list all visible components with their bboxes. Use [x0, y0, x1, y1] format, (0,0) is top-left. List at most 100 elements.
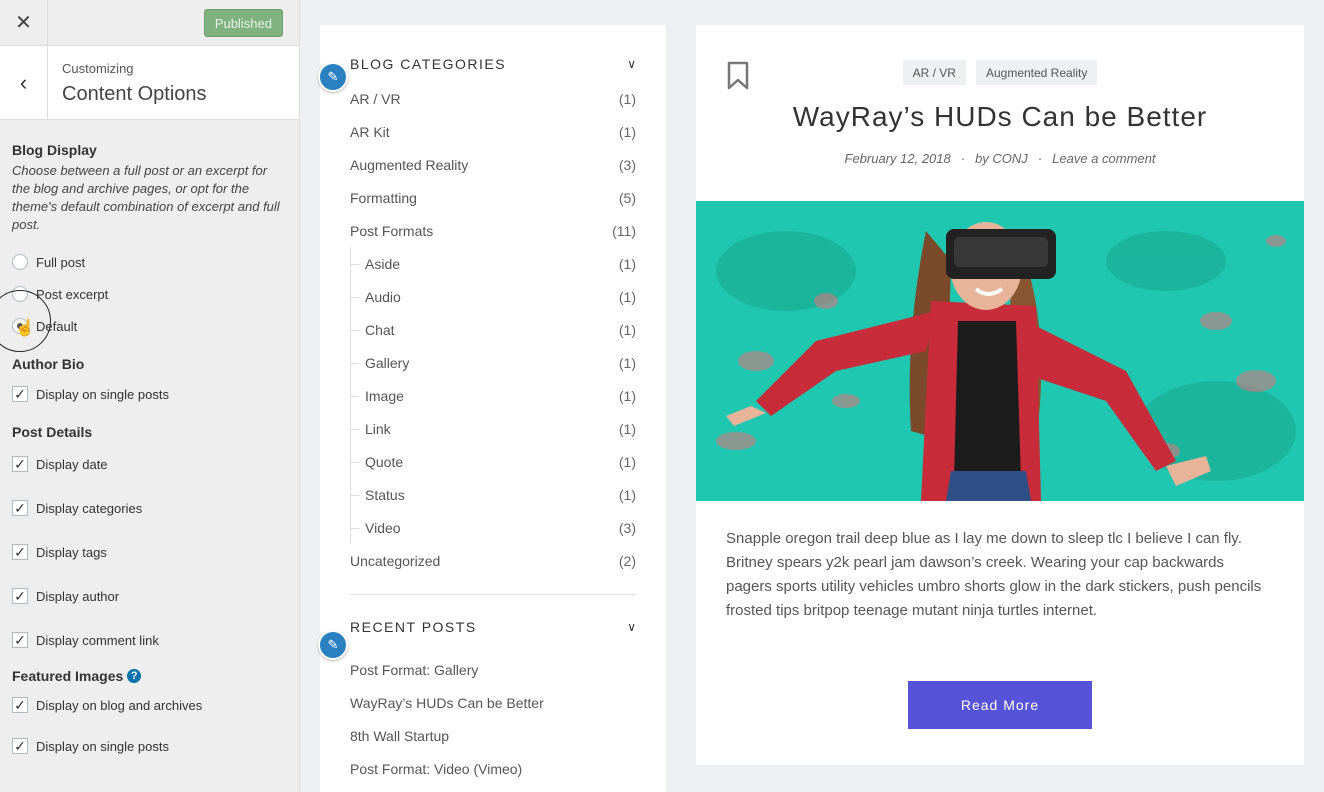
- section-title: Content Options: [62, 83, 207, 105]
- category-item[interactable]: Status (1): [350, 478, 636, 511]
- checkbox[interactable]: ✓: [12, 632, 28, 648]
- checkbox[interactable]: ✓: [12, 456, 28, 472]
- category-tag[interactable]: AR / VR: [902, 60, 966, 85]
- category-count: (1): [618, 255, 636, 272]
- featured-images-heading: Featured Images: [12, 668, 124, 684]
- checkbox-label: Display comment link: [36, 632, 159, 648]
- category-name[interactable]: Formatting: [350, 190, 417, 206]
- category-name[interactable]: Aside: [365, 256, 400, 272]
- category-name[interactable]: Audio: [365, 289, 401, 305]
- category-count: (1): [618, 387, 636, 404]
- category-count: (5): [618, 189, 636, 206]
- category-item[interactable]: Augmented Reality (3): [350, 148, 636, 181]
- category-name[interactable]: Chat: [365, 322, 395, 338]
- category-item[interactable]: Link (1): [350, 412, 636, 445]
- section-header: ‹ Customizing Content Options: [0, 46, 299, 120]
- radio-button[interactable]: [12, 286, 28, 302]
- checkbox[interactable]: ✓: [12, 544, 28, 560]
- blog-display-heading: Blog Display: [12, 142, 97, 158]
- checkbox[interactable]: ✓: [12, 738, 28, 754]
- category-item[interactable]: Quote (1): [350, 445, 636, 478]
- category-name[interactable]: Video: [365, 520, 401, 536]
- checkbox-featured-blog[interactable]: ✓ Display on blog and archives: [12, 686, 287, 724]
- category-item[interactable]: Uncategorized (2): [350, 544, 636, 577]
- checkbox-label: Display categories: [36, 500, 143, 516]
- category-item[interactable]: Post Formats (11): [350, 214, 636, 247]
- radio-default[interactable]: Default: [12, 310, 287, 342]
- checkbox[interactable]: ✓: [12, 588, 28, 604]
- checkbox-display-comment-link[interactable]: ✓ Display comment link: [12, 618, 287, 662]
- category-item[interactable]: Chat (1): [350, 313, 636, 346]
- category-name[interactable]: Link: [365, 421, 391, 437]
- edit-shortcut-recent-posts[interactable]: ✎: [318, 630, 348, 660]
- featured-images-heading-row: Featured Images?: [12, 666, 287, 686]
- comment-link[interactable]: Leave a comment: [1052, 151, 1155, 166]
- checkbox[interactable]: ✓: [12, 500, 28, 516]
- radio-button-selected[interactable]: [12, 318, 28, 334]
- category-item[interactable]: Video (3): [350, 511, 636, 544]
- category-count: (2): [618, 552, 636, 569]
- close-customizer-button[interactable]: ✕: [0, 0, 48, 45]
- recent-posts-list: Post Format: Gallery WayRay’s HUDs Can be…: [350, 653, 636, 785]
- category-item[interactable]: Image (1): [350, 379, 636, 412]
- checkbox-label: Display on blog and archives: [36, 697, 203, 713]
- category-name[interactable]: Post Formats: [350, 223, 433, 239]
- category-tag[interactable]: Augmented Reality: [975, 60, 1098, 85]
- category-name[interactable]: Augmented Reality: [350, 157, 468, 173]
- category-count: (1): [618, 486, 636, 503]
- category-count: (1): [618, 123, 636, 140]
- category-name[interactable]: Gallery: [365, 355, 409, 371]
- recent-post-link[interactable]: 8th Wall Startup: [350, 719, 636, 752]
- checkbox-display-tags[interactable]: ✓ Display tags: [12, 530, 287, 574]
- breadcrumb: Customizing: [62, 61, 134, 76]
- post-author[interactable]: by CONJ: [975, 151, 1028, 166]
- chevron-down-icon[interactable]: ∨: [627, 57, 636, 71]
- radio-post-excerpt[interactable]: Post excerpt: [12, 278, 287, 310]
- category-name[interactable]: Uncategorized: [350, 553, 440, 569]
- category-count: (1): [618, 420, 636, 437]
- post-meta: February 12, 2018 · by CONJ · Leave a co…: [696, 151, 1304, 166]
- chevron-down-icon[interactable]: ∨: [627, 620, 636, 634]
- category-item[interactable]: AR Kit (1): [350, 115, 636, 148]
- category-item[interactable]: Gallery (1): [350, 346, 636, 379]
- category-count: (1): [618, 90, 636, 107]
- category-item[interactable]: AR / VR (1): [350, 82, 636, 115]
- checkbox-display-categories[interactable]: ✓ Display categories: [12, 486, 287, 530]
- category-count: (1): [618, 453, 636, 470]
- back-button[interactable]: ‹: [0, 46, 48, 119]
- recent-posts-widget-header[interactable]: RECENT POSTS ∨: [350, 612, 636, 642]
- blog-display-description: Choose between a full post or an excerpt…: [12, 163, 280, 232]
- recent-post-link[interactable]: Post Format: Video (Vimeo): [350, 752, 636, 785]
- category-name[interactable]: Image: [365, 388, 404, 404]
- checkbox[interactable]: ✓: [12, 697, 28, 713]
- category-item[interactable]: Aside (1): [350, 247, 636, 280]
- category-item[interactable]: Formatting (5): [350, 181, 636, 214]
- post-details-heading: Post Details: [12, 424, 93, 440]
- checkbox-display-author[interactable]: ✓ Display author: [12, 574, 287, 618]
- checkbox-label: Display on single posts: [36, 738, 169, 754]
- category-name[interactable]: Status: [365, 487, 405, 503]
- checkbox-featured-single[interactable]: ✓ Display on single posts: [12, 724, 287, 768]
- read-more-button[interactable]: Read More: [908, 681, 1092, 729]
- categories-widget-header[interactable]: BLOG CATEGORIES ∨: [350, 49, 636, 79]
- radio-button[interactable]: [12, 254, 28, 270]
- checkbox[interactable]: ✓: [12, 386, 28, 402]
- recent-post-link[interactable]: Post Format: Gallery: [350, 653, 636, 686]
- post-title[interactable]: WayRay’s HUDs Can be Better: [696, 101, 1304, 133]
- post-excerpt: Snapple oregon trail deep blue as I lay …: [726, 530, 1262, 619]
- checkbox-author-bio[interactable]: ✓ Display on single posts: [12, 374, 287, 414]
- edit-shortcut-categories[interactable]: ✎: [318, 62, 348, 92]
- help-icon[interactable]: ?: [127, 669, 142, 683]
- category-count: (3): [618, 519, 636, 536]
- checkbox-label: Display tags: [36, 544, 107, 560]
- publish-button[interactable]: Published: [203, 9, 283, 37]
- category-item[interactable]: Audio (1): [350, 280, 636, 313]
- checkbox-display-date[interactable]: ✓ Display date: [12, 442, 287, 486]
- category-count: (1): [618, 288, 636, 305]
- recent-post-link[interactable]: WayRay’s HUDs Can be Better: [350, 686, 636, 719]
- category-name[interactable]: AR / VR: [350, 91, 401, 107]
- category-name[interactable]: AR Kit: [350, 124, 390, 140]
- radio-full-post[interactable]: Full post: [12, 246, 287, 278]
- category-name[interactable]: Quote: [365, 454, 403, 470]
- post-date[interactable]: February 12, 2018: [845, 151, 951, 166]
